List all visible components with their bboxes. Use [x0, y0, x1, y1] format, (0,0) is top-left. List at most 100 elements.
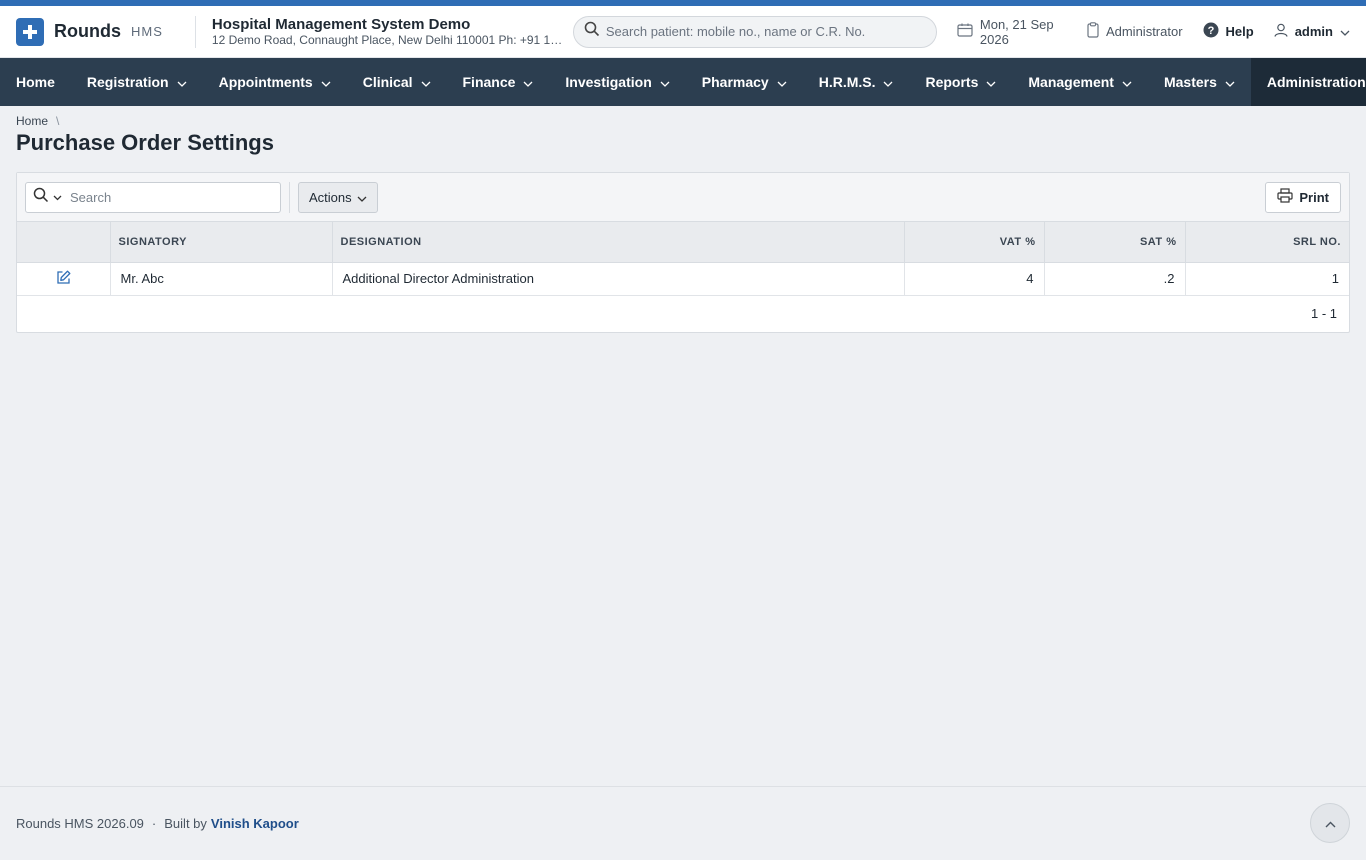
column-header-signatory[interactable]: SIGNATORY — [110, 222, 333, 263]
user-menu[interactable]: admin — [1274, 23, 1350, 40]
search-icon[interactable] — [33, 187, 49, 208]
footer-built-by: Built by — [164, 816, 207, 831]
nav-investigation-label: Investigation — [565, 74, 652, 90]
chevron-down-icon[interactable] — [53, 188, 62, 206]
app-footer: Rounds HMS 2026.09 · Built by Vinish Kap… — [0, 786, 1366, 860]
chevron-down-icon — [986, 74, 996, 90]
grid-panel: Actions Print SIGNATORY DESIGNATION VAT … — [16, 172, 1350, 333]
toolbar-divider — [289, 181, 290, 213]
chevron-down-icon — [1225, 74, 1235, 90]
chevron-down-icon — [177, 74, 187, 90]
grid-toolbar: Actions Print — [17, 173, 1349, 222]
cell-sat: .2 — [1044, 262, 1186, 296]
user-icon — [1274, 23, 1288, 40]
help-label: Help — [1225, 24, 1254, 39]
role-indicator[interactable]: Administrator — [1087, 22, 1183, 41]
actions-label: Actions — [309, 189, 352, 205]
nav-pharmacy-label: Pharmacy — [701, 74, 769, 90]
nav-reports[interactable]: Reports — [909, 58, 1012, 106]
main-nav: Home Registration Appointments Clinical … — [0, 58, 1366, 106]
nav-clinical[interactable]: Clinical — [347, 58, 447, 106]
clipboard-icon — [1087, 22, 1099, 41]
cell-signatory: Mr. Abc — [110, 262, 333, 296]
chevron-down-icon — [523, 74, 533, 90]
nav-finance[interactable]: Finance — [447, 58, 550, 106]
nav-management-label: Management — [1028, 74, 1114, 90]
calendar-icon — [957, 23, 973, 40]
footer-version: Rounds HMS 2026.09 — [16, 816, 144, 831]
nav-pharmacy[interactable]: Pharmacy — [686, 58, 803, 106]
table-header-row: SIGNATORY DESIGNATION VAT % SAT % SRL NO… — [17, 222, 1349, 263]
nav-registration-label: Registration — [86, 74, 169, 90]
brand-name: Rounds — [54, 21, 121, 41]
chevron-down-icon — [777, 74, 787, 90]
edit-cell — [17, 262, 111, 296]
search-icon — [584, 21, 600, 42]
footer-dot: · — [151, 816, 157, 831]
chevron-down-icon — [421, 74, 431, 90]
nav-registration[interactable]: Registration — [71, 58, 203, 106]
patient-search-input[interactable] — [605, 24, 926, 39]
table-row: Mr. Abc Additional Director Administrati… — [17, 262, 1349, 296]
organization-address: 12 Demo Road, Connaught Place, New Delhi… — [211, 32, 565, 47]
nav-finance-label: Finance — [462, 74, 516, 90]
print-button[interactable]: Print — [1265, 181, 1341, 213]
svg-text:?: ? — [1207, 25, 1214, 37]
print-label: Print — [1299, 189, 1329, 205]
column-header-edit — [17, 222, 111, 263]
help-icon: ? — [1203, 22, 1219, 41]
nav-management[interactable]: Management — [1012, 58, 1148, 106]
nav-hrms-label: H.R.M.S. — [818, 74, 876, 90]
date-label: Mon, 21 Sep 2026 — [979, 16, 1054, 47]
nav-masters[interactable]: Masters — [1148, 58, 1251, 106]
brand-suffix: HMS — [131, 24, 163, 39]
column-header-designation[interactable]: DESIGNATION — [332, 222, 905, 263]
organization-name: Hospital Management System Demo — [211, 15, 471, 33]
footer-author-link[interactable]: Vinish Kapoor — [211, 816, 299, 831]
cell-designation: Additional Director Administration — [332, 262, 905, 296]
pager-label: 1 - 1 — [1310, 306, 1337, 321]
nav-masters-label: Masters — [1163, 74, 1217, 90]
nav-administration[interactable]: Administration — [1250, 58, 1366, 106]
page-title: Purchase Order Settings — [16, 130, 274, 155]
app-header: Rounds HMS Hospital Management System De… — [0, 6, 1366, 58]
grid-search[interactable] — [25, 181, 281, 213]
breadcrumb: Home \ — [0, 106, 1366, 130]
actions-button[interactable]: Actions — [298, 181, 378, 213]
edit-icon[interactable] — [56, 270, 71, 288]
breadcrumb-home[interactable]: Home — [16, 114, 48, 128]
nav-investigation[interactable]: Investigation — [549, 58, 685, 106]
chevron-down-icon — [1340, 24, 1350, 39]
nav-home-label: Home — [16, 74, 55, 90]
chevron-down-icon — [321, 74, 331, 90]
chevron-down-icon — [357, 190, 367, 205]
cell-vat: 4 — [904, 262, 1045, 296]
help-link[interactable]: ? Help — [1203, 22, 1254, 41]
printer-icon — [1277, 188, 1293, 206]
nav-administration-label: Administration — [1266, 74, 1366, 90]
nav-appointments[interactable]: Appointments — [203, 58, 347, 106]
current-date: Mon, 21 Sep 2026 — [957, 17, 1067, 47]
nav-clinical-label: Clinical — [362, 74, 413, 90]
username-label: admin — [1294, 24, 1333, 39]
plus-icon — [16, 17, 44, 46]
breadcrumb-separator: \ — [56, 114, 60, 128]
column-header-srl[interactable]: SRL NO. — [1185, 222, 1349, 263]
role-label: Administrator — [1105, 24, 1183, 39]
cell-srl: 1 — [1185, 262, 1349, 296]
nav-home[interactable]: Home — [0, 58, 71, 106]
scroll-to-top-button[interactable] — [1310, 803, 1350, 843]
brand[interactable]: Rounds HMS — [16, 17, 163, 46]
grid-search-input[interactable] — [70, 189, 270, 205]
nav-hrms[interactable]: H.R.M.S. — [803, 58, 910, 106]
chevron-down-icon — [1122, 74, 1132, 90]
column-header-sat[interactable]: SAT % — [1044, 222, 1186, 263]
purchase-order-settings-table: SIGNATORY DESIGNATION VAT % SAT % SRL NO… — [17, 222, 1349, 296]
column-header-vat[interactable]: VAT % — [904, 222, 1045, 263]
patient-search[interactable] — [572, 15, 937, 48]
chevron-down-icon — [660, 74, 670, 90]
nav-reports-label: Reports — [925, 74, 979, 90]
chevron-down-icon — [883, 74, 893, 90]
chevron-up-icon — [1325, 816, 1336, 831]
pagination-info: 1 - 1 — [17, 296, 1349, 332]
